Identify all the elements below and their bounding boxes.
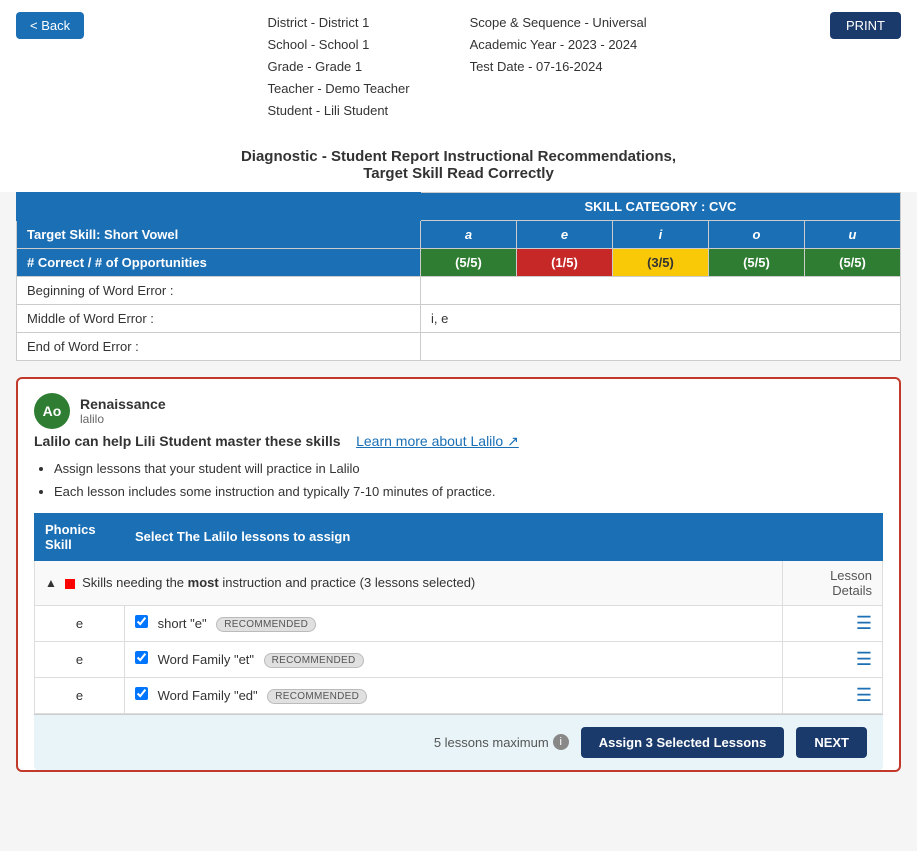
top-bar: < Back District - District 1 School - Sc… [0,0,917,134]
section-bold-text: most [188,575,219,590]
lesson-detail-icon-2[interactable]: ☰ [856,649,872,669]
col-select-header: Select The Lalilo lessons to assign [125,513,783,560]
test-date-label: Test Date - 07-16-2024 [470,56,647,78]
score-a: (5/5) [420,249,516,277]
meta-left: District - District 1 School - School 1 … [267,12,409,122]
middle-error-label: Middle of Word Error : [17,305,421,333]
vowel-i: i [612,221,708,249]
skill-category-header: SKILL CATEGORY : CVC [420,193,900,221]
grade-label: Grade - Grade 1 [267,56,409,78]
ren-logo: Ao [34,393,70,429]
skill-table: SKILL CATEGORY : CVC Target Skill: Short… [16,192,901,361]
report-title-line1: Diagnostic - Student Report Instructiona… [10,148,907,165]
lesson-select-3: Word Family "ed" RECOMMENDED [125,677,783,713]
beginning-error-label: Beginning of Word Error : [17,277,421,305]
lesson-details-header: Lesson Details [783,560,883,605]
section-row: ▲ Skills needing the most instruction an… [35,560,883,605]
col-phonics-header: Phonics Skill [35,513,125,560]
max-text: 5 lessons maximum [434,735,549,750]
section-after-text: instruction and practice [222,575,359,590]
lessons-table: Phonics Skill Select The Lalilo lessons … [34,513,883,714]
vowel-u: u [804,221,900,249]
correct-label: # Correct / # of Opportunities [17,249,421,277]
meta-right: Scope & Sequence - Universal Academic Ye… [470,12,647,122]
bullet-2: Each lesson includes some instruction an… [54,481,883,503]
lesson-select-1: short "e" RECOMMENDED [125,605,783,641]
lesson-details-2[interactable]: ☰ [783,641,883,677]
ren-header: Ao Renaissance lalilo [34,393,883,429]
student-label: Student - Lili Student [267,100,409,122]
lesson-checkbox-2[interactable] [135,651,148,664]
learn-more-link[interactable]: Learn more about Lalilo ↗ [356,433,519,449]
report-title-line2: Target Skill Read Correctly [10,165,907,182]
assign-button[interactable]: Assign 3 Selected Lessons [581,727,785,758]
next-button[interactable]: NEXT [796,727,867,758]
lesson-checkbox-3[interactable] [135,687,148,700]
lesson-details-3[interactable]: ☰ [783,677,883,713]
academic-year-label: Academic Year - 2023 - 2024 [470,34,647,56]
vowel-a: a [420,221,516,249]
print-button[interactable]: PRINT [830,12,901,39]
end-error-label: End of Word Error : [17,333,421,361]
lessons-max-label: 5 lessons maximum i [434,734,569,750]
phonics-skill-1: e [35,605,125,641]
ren-tagline-area: Lalilo can help Lili Student master thes… [34,433,883,450]
bullet-1: Assign lessons that your student will pr… [54,458,883,480]
lesson-details-1[interactable]: ☰ [783,605,883,641]
lesson-row-2: e Word Family "et" RECOMMENDED ☰ [35,641,883,677]
score-u: (5/5) [804,249,900,277]
section-label-cell: ▲ Skills needing the most instruction an… [35,560,783,605]
score-o: (5/5) [708,249,804,277]
skill-header-empty [17,193,421,221]
red-square-icon [65,579,75,589]
district-label: District - District 1 [267,12,409,34]
vowel-e: e [516,221,612,249]
report-title: Diagnostic - Student Report Instructiona… [0,134,917,192]
lesson-detail-icon-3[interactable]: ☰ [856,685,872,705]
section-prefix: Skills needing the [82,575,184,590]
ren-brand-name: Renaissance [80,396,166,412]
teacher-label: Teacher - Demo Teacher [267,78,409,100]
target-skill-label: Target Skill: Short Vowel [17,221,421,249]
lesson-select-2: Word Family "et" RECOMMENDED [125,641,783,677]
end-error-value [420,333,900,361]
section-count: (3 lessons selected) [360,575,476,590]
lesson-row-3: e Word Family "ed" RECOMMENDED ☰ [35,677,883,713]
beginning-error-value [420,277,900,305]
lesson-label-3: Word Family "ed" [158,688,258,703]
renaissance-panel: Ao Renaissance lalilo Lalilo can help Li… [16,377,901,771]
badge-2: RECOMMENDED [264,653,364,668]
info-icon[interactable]: i [553,734,569,750]
col-details-header [783,513,883,560]
badge-1: RECOMMENDED [216,617,316,632]
score-e: (1/5) [516,249,612,277]
ren-sub-label: lalilo [80,412,166,426]
phonics-skill-2: e [35,641,125,677]
ren-bullets: Assign lessons that your student will pr… [54,458,883,502]
vowel-o: o [708,221,804,249]
chevron-up-icon[interactable]: ▲ [45,576,57,590]
ren-tagline-text: Lalilo can help Lili Student master thes… [34,433,341,449]
phonics-skill-3: e [35,677,125,713]
score-i: (3/5) [612,249,708,277]
lesson-label-1: short "e" [158,616,207,631]
lesson-detail-icon-1[interactable]: ☰ [856,613,872,633]
lesson-label-2: Word Family "et" [158,652,254,667]
back-button[interactable]: < Back [16,12,84,39]
lesson-checkbox-1[interactable] [135,615,148,628]
school-label: School - School 1 [267,34,409,56]
scope-label: Scope & Sequence - Universal [470,12,647,34]
lesson-row-1: e short "e" RECOMMENDED ☰ [35,605,883,641]
middle-error-value: i, e [420,305,900,333]
bottom-bar: 5 lessons maximum i Assign 3 Selected Le… [34,714,883,770]
badge-3: RECOMMENDED [267,689,367,704]
